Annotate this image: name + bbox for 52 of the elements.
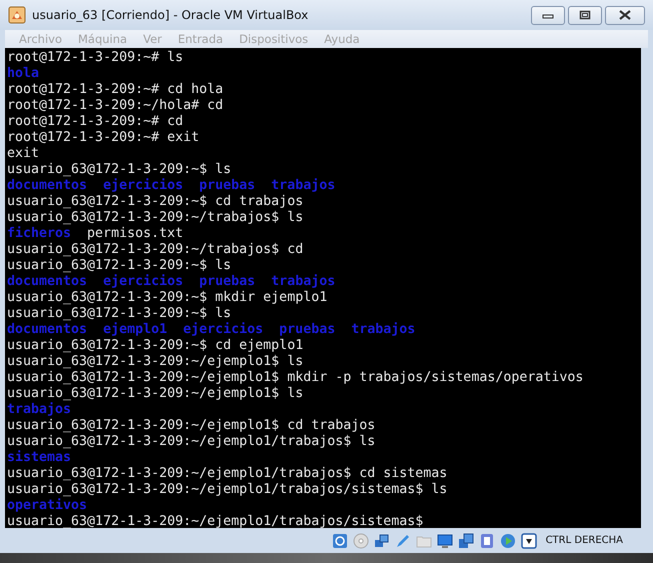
restore-icon (579, 10, 591, 20)
terminal-text: usuario_63@172-1-3-209:~/trabajos$ ls (7, 210, 304, 226)
directory-name: hola (7, 66, 40, 82)
directory-name: pruebas (199, 178, 256, 194)
terminal-text: exit (7, 146, 40, 162)
terminal-text: usuario_63@172-1-3-209:~$ cd ejemplo1 (7, 338, 304, 354)
terminal-text: usuario_63@172-1-3-209:~/ejemplo1$ ls (7, 386, 304, 402)
terminal-text: root@172-1-3-209:~# cd hola (7, 82, 224, 98)
directory-name: trabajos (7, 402, 72, 418)
directory-name: ejercicios (103, 274, 184, 290)
directory-name: ficheros (7, 226, 72, 242)
terminal-text: usuario_63@172-1-3-209:~/trabajos$ cd (7, 242, 304, 258)
directory-name: trabajos (271, 274, 336, 290)
directory-name: documentos (7, 178, 88, 194)
directory-name: documentos (7, 322, 88, 338)
terminal-text: usuario_63@172-1-3-209:~/ejemplo1/trabajos/sistemas$ ls (7, 482, 448, 498)
terminal-text: usuario_63@172-1-3-209:~/ejemplo1$ cd trabajos (7, 418, 376, 434)
terminal-text: usuario_63@172-1-3-209:~/ejemplo1/trabajos$ cd sistemas (7, 466, 448, 482)
terminal-text: usuario_63@172-1-3-209:~/ejemplo1/trabajos/sistemas$ (7, 514, 424, 528)
directory-name: sistemas (7, 450, 72, 466)
terminal-text: usuario_63@172-1-3-209:~/ejemplo1/trabajos$ ls (7, 434, 376, 450)
app-icon (8, 6, 26, 24)
arrow-down-icon[interactable] (520, 532, 537, 548)
directory-name: ejercicios (103, 178, 184, 194)
terminal-text: root@172-1-3-209:~# exit (7, 130, 200, 146)
directory-name: ejercicios (183, 322, 264, 338)
terminal-text: usuario_63@172-1-3-209:~/ejemplo1$ ls (7, 354, 304, 370)
directory-name: pruebas (279, 322, 336, 338)
monitor-icon[interactable] (436, 532, 453, 548)
terminal-text: root@172-1-3-209:~/hola# cd (7, 98, 224, 114)
directory-name: ejemplo1 (103, 322, 168, 338)
terminal-text: usuario_63@172-1-3-209:~$ cd trabajos (7, 194, 304, 210)
file-name: permisos.txt (87, 226, 184, 242)
close-button[interactable] (605, 6, 645, 24)
minimize-button[interactable] (531, 6, 565, 24)
directory-name: documentos (7, 274, 88, 290)
network-icon[interactable] (374, 532, 390, 548)
close-icon (618, 10, 632, 20)
directory-name: trabajos (351, 322, 416, 338)
directory-name: pruebas (199, 274, 256, 290)
terminal-text: usuario_63@172-1-3-209:~$ mkdir ejemplo1 (7, 290, 328, 306)
terminal-text: root@172-1-3-209:~# cd (7, 114, 184, 130)
terminal-text: usuario_63@172-1-3-209:~$ ls (7, 162, 232, 178)
terminal-text: usuario_63@172-1-3-209:~$ ls (7, 306, 232, 322)
terminal-text: usuario_63@172-1-3-209:~/ejemplo1$ mkdir -p trabajos/sistemas/operativos (7, 370, 584, 386)
host-key-label: CTRL DERECHA (546, 535, 623, 546)
directory-name: operativos (7, 498, 88, 514)
terminal-text: root@172-1-3-209:~# ls (7, 50, 184, 66)
window-title: usuario_63 [Corriendo] - Oracle VM VirtualBox (32, 8, 308, 22)
restore-button[interactable] (568, 6, 602, 24)
terminal-text: usuario_63@172-1-3-209:~$ ls (7, 258, 232, 274)
directory-name: trabajos (271, 178, 336, 194)
